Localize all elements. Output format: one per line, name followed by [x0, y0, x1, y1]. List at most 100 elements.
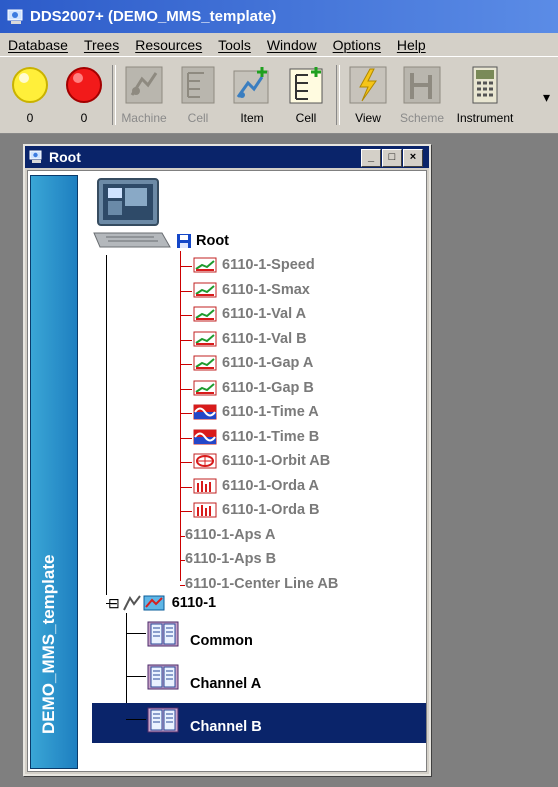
spectrum-icon: [193, 478, 217, 493]
trend-icon: [193, 355, 217, 371]
menu-tools[interactable]: Tools: [210, 37, 259, 53]
trend-icon: [193, 306, 217, 322]
tree-leaf-item[interactable]: 6110-1-Center Line AB: [185, 576, 338, 592]
close-button[interactable]: ×: [403, 149, 423, 167]
red-circle-icon: [66, 67, 102, 103]
view-label: View: [355, 111, 381, 125]
tree-cell-item[interactable]: Channel B: [146, 705, 262, 735]
tree-node-root[interactable]: Root: [176, 233, 229, 249]
tree-leaf-item[interactable]: 6110-1-Time A: [193, 404, 319, 420]
tree-connector: [180, 511, 192, 512]
tree-connector: [106, 255, 107, 595]
item-button[interactable]: Item: [226, 63, 278, 129]
trend-icon: [193, 282, 217, 297]
cell-book-icon: [147, 707, 179, 733]
trend-icon: [193, 257, 217, 273]
yellow-status-count: 0: [26, 111, 34, 125]
tree-connector: [180, 437, 192, 439]
cell-book-icon: [147, 664, 179, 690]
toolbar-overflow-chevron-icon[interactable]: ▾: [543, 89, 550, 106]
tree-node-machine-label: 6110-1: [171, 595, 217, 611]
tree-connector: [126, 676, 146, 677]
tree-cell-item[interactable]: Common: [146, 619, 253, 649]
tree-leaf-item[interactable]: 6110-1-Orda B: [193, 502, 320, 518]
tree-leaf-label: 6110-1-Time A: [222, 404, 319, 420]
tree-leaf-label: 6110-1-Val A: [222, 306, 307, 322]
app-title-bar[interactable]: DDS2007+ (DEMO_MMS_template): [0, 0, 558, 33]
red-status-button[interactable]: 0: [58, 63, 110, 129]
tree-leaf-item[interactable]: 6110-1-Time B: [193, 429, 319, 445]
machine-icon: [125, 66, 163, 104]
tree-leaf-item[interactable]: 6110-1-Gap B: [193, 380, 314, 396]
cell-add-label: Cell: [295, 111, 317, 125]
menu-resources[interactable]: Resources: [127, 37, 210, 53]
instrument-button[interactable]: Instrument: [450, 63, 520, 129]
waveform-icon: [193, 429, 217, 444]
tree-connector: [180, 364, 192, 365]
waveform-icon: [193, 404, 217, 420]
toolbar-separator: [112, 65, 116, 125]
tree-leaf-label: 6110-1-Smax: [222, 281, 310, 298]
menu-database[interactable]: Database: [0, 37, 76, 53]
tree-leaf-label: 6110-1-Aps B: [185, 551, 277, 567]
tree-connector: [180, 413, 192, 414]
root-window-title: Root: [49, 149, 81, 165]
tree-cell-item[interactable]: Channel A: [146, 662, 261, 692]
scheme-icon: [403, 66, 441, 104]
menu-help[interactable]: Help: [389, 37, 434, 53]
tree-leaf-item[interactable]: 6110-1-Orbit AB: [193, 453, 330, 469]
tree-leaf-item[interactable]: 6110-1-Aps A: [185, 527, 276, 543]
yellow-status-button[interactable]: 0: [4, 63, 56, 129]
root-window: Root _ □ × DEMO_MMS_template Root 6110-1…: [23, 144, 431, 776]
tree-leaf-label: 6110-1-Val B: [222, 330, 307, 347]
red-status-count: 0: [80, 111, 88, 125]
tree-leaf-item[interactable]: 6110-1-Val B: [193, 331, 307, 347]
tree-node-root-label: Root: [196, 233, 230, 249]
trend-icon: [193, 380, 217, 395]
tree-leaf-item[interactable]: 6110-1-Smax: [193, 282, 310, 298]
cell-icon: [181, 66, 215, 104]
machine-button[interactable]: Machine: [118, 63, 170, 129]
tree-node-machine[interactable]: ⊟ 6110-1: [108, 594, 216, 612]
tree-leaf-label: 6110-1-Aps A: [185, 526, 276, 543]
collapse-toggle-icon[interactable]: ⊟: [108, 595, 120, 612]
trend-icon: [193, 331, 217, 346]
app-icon: [7, 9, 23, 24]
cell-disabled-label: Cell: [187, 111, 209, 125]
instrument-icon: [472, 66, 498, 104]
root-window-title-bar[interactable]: Root _ □ ×: [25, 146, 429, 168]
cell-button[interactable]: Cell: [280, 63, 332, 129]
maximize-button[interactable]: □: [382, 149, 402, 167]
tree-connector: [180, 388, 192, 390]
menu-options[interactable]: Options: [325, 37, 389, 53]
tree-leaf-label: 6110-1-Orda A: [222, 477, 319, 494]
tree-leaf-item[interactable]: 6110-1-Speed: [193, 257, 315, 273]
scheme-button[interactable]: Scheme: [396, 63, 448, 129]
tree-leaf-label: 6110-1-Orbit AB: [222, 453, 331, 469]
cell-book-icon: [147, 621, 179, 647]
tree-cell-label: Channel B: [190, 719, 262, 735]
tree-connector: [180, 251, 181, 581]
save-disk-icon: [177, 234, 191, 248]
tree-leaf-label: 6110-1-Center Line AB: [185, 575, 339, 592]
database-computer-icon: [93, 178, 171, 248]
item-label: Item: [240, 111, 264, 125]
minimize-button[interactable]: _: [361, 149, 381, 167]
menu-trees[interactable]: Trees: [76, 37, 127, 53]
tree-leaf-label: 6110-1-Time B: [222, 428, 320, 445]
view-button[interactable]: View: [342, 63, 394, 129]
machine-node-icon: [122, 595, 165, 611]
orbit-icon: [193, 453, 217, 469]
tree-leaf-label: 6110-1-Gap B: [222, 379, 314, 396]
menu-bar: Database Trees Resources Tools Window Op…: [0, 33, 558, 56]
tree-leaf-item[interactable]: 6110-1-Val A: [193, 306, 306, 322]
lightning-icon: [349, 66, 387, 104]
menu-window[interactable]: Window: [259, 37, 325, 53]
tree-area: Root 6110-1-Speed 6110-1-Smax 6110-1-Val A…: [28, 171, 426, 771]
tree-leaf-item[interactable]: 6110-1-Gap A: [193, 355, 313, 371]
cell-disabled-button[interactable]: Cell: [172, 63, 224, 129]
tree-leaf-item[interactable]: 6110-1-Aps B: [185, 551, 276, 567]
tree-leaf-item[interactable]: 6110-1-Orda A: [193, 478, 319, 494]
instrument-label: Instrument: [456, 111, 514, 125]
tree-view: DEMO_MMS_template Root 6110-1-Speed 6110…: [27, 170, 427, 772]
